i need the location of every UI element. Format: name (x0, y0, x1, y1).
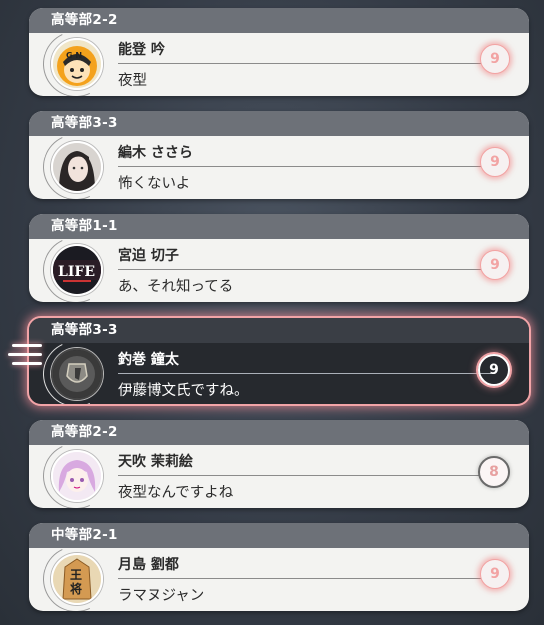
group-label: 高等部2-2 (29, 8, 529, 33)
contact-card[interactable]: 高等部3-3 編木 ささら 怖くないよ 9 (29, 111, 529, 199)
contact-card-selected[interactable]: 高等部3-3 釣巻 鐘太 伊藤博文氏ですね。 9 (27, 316, 531, 406)
contact-card[interactable]: 高等部1-1 LIFE 宮迫 切子 あ、それ知ってる 9 (29, 214, 529, 302)
unread-count-badge: 9 (480, 559, 510, 589)
contact-name: 能登 吟 (118, 42, 165, 58)
gn-badge-avatar: G N (51, 38, 103, 90)
girl-portrait-avatar (51, 141, 103, 193)
divider (118, 63, 491, 64)
crest-emblem-avatar (51, 348, 103, 400)
group-label: 中等部2-1 (29, 523, 529, 548)
divider (118, 269, 491, 270)
last-message: 夜型 (118, 73, 147, 89)
contact-card[interactable]: 高等部2-2 G N 能登 吟 夜型 9 (29, 8, 529, 96)
divider (118, 373, 491, 374)
shogi-bottom-char: 将 (70, 581, 82, 596)
divider (118, 578, 491, 579)
group-label: 高等部3-3 (29, 111, 529, 136)
svg-text:G N: G N (66, 51, 82, 60)
contact-name: 天吹 茉莉絵 (118, 454, 193, 470)
unread-count-badge: 9 (480, 250, 510, 280)
last-message: 夜型なんですよね (118, 485, 234, 501)
life-logo-text: LIFE (58, 264, 95, 280)
contact-name: 宮迫 切子 (118, 248, 179, 264)
group-label: 高等部1-1 (29, 214, 529, 239)
last-message: 伊藤博文氏ですね。 (118, 383, 249, 399)
unread-count-badge: 8 (478, 456, 510, 488)
unread-count-badge: 9 (480, 147, 510, 177)
chat-contact-list: 高等部2-2 G N 能登 吟 夜型 9 高等部3-3 編木 ささら 怖くないよ… (0, 0, 544, 625)
divider (118, 475, 491, 476)
last-message: ラマヌジャン (118, 588, 205, 604)
group-label: 高等部2-2 (29, 420, 529, 445)
unread-count-badge: 9 (480, 44, 510, 74)
contact-card[interactable]: 高等部2-2 天吹 茉莉絵 夜型なんですよね 8 (29, 420, 529, 508)
life-logo-avatar: LIFE (51, 244, 103, 296)
group-label: 高等部3-3 (29, 318, 529, 343)
contact-name: 編木 ささら (118, 145, 193, 161)
contact-card[interactable]: 中等部2-1 王 将 月島 劉都 ラマヌジャン 9 (29, 523, 529, 611)
unread-count-badge: 9 (478, 354, 510, 386)
shogi-king-avatar: 王 将 (51, 553, 103, 605)
last-message: あ、それ知ってる (118, 279, 234, 295)
contact-name: 釣巻 鐘太 (118, 352, 179, 368)
last-message: 怖くないよ (118, 176, 191, 192)
anime-girl-avatar (51, 450, 103, 502)
shogi-top-char: 王 (70, 568, 82, 582)
contact-name: 月島 劉都 (118, 557, 179, 573)
divider (118, 166, 491, 167)
drag-handle-icon[interactable] (8, 344, 42, 376)
